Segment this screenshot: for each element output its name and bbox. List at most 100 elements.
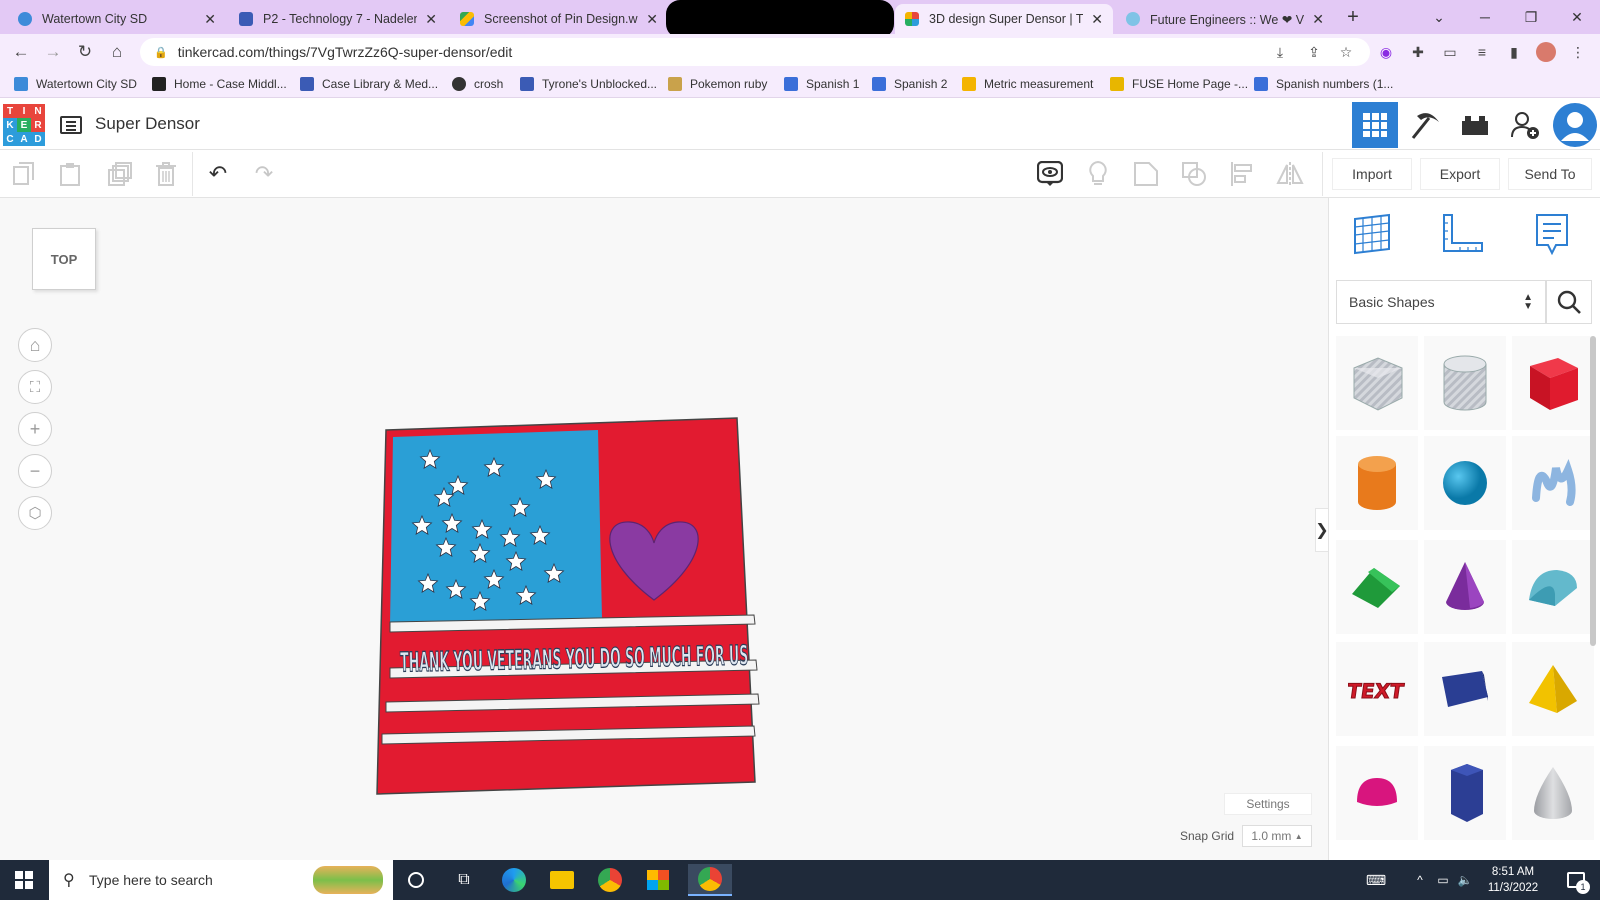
shape-box[interactable] [1512,336,1594,430]
align-icon[interactable] [1226,158,1258,190]
copy-icon[interactable] [8,158,40,190]
shape-paraboloid[interactable] [1512,746,1594,840]
codeblocks-pickaxe-button[interactable] [1402,102,1448,148]
url-bar[interactable]: 🔒 tinkercad.com/things/7VgTwrzZz6Q-super… [140,38,1370,66]
collapse-panel-chevron-icon[interactable]: ❯ [1315,508,1329,552]
file-explorer-icon[interactable] [544,864,580,896]
lightbulb-icon[interactable] [1082,158,1114,190]
side-panel-icon[interactable]: ▮ [1502,40,1526,64]
shape-wedge[interactable] [1424,642,1506,736]
redo-icon[interactable]: ↷ [248,158,280,190]
shape-roof[interactable] [1336,540,1418,634]
bookmark-item[interactable]: Home - Case Middl... [152,75,287,93]
home-view-icon[interactable]: ⌂ [18,328,52,362]
3d-view-button[interactable] [1352,102,1398,148]
bookmark-item[interactable]: FUSE Home Page -... [1110,75,1248,93]
tray-chevron-icon[interactable]: ^ [1410,864,1430,896]
zoom-out-icon[interactable]: − [18,454,52,488]
notification-icon[interactable]: 1 [1556,864,1596,896]
tab-watertown[interactable]: Watertown City SD ✕ [8,4,226,34]
ungroup-icon[interactable] [1178,158,1210,190]
user-avatar[interactable] [1552,102,1598,148]
shape-box-hole[interactable] [1336,336,1418,430]
windows-start-icon[interactable] [6,864,42,896]
profile-avatar[interactable] [1534,40,1558,64]
chrome-icon[interactable] [592,864,628,896]
close-icon[interactable]: ✕ [204,11,216,28]
paste-icon[interactable] [54,158,86,190]
task-view-icon[interactable]: ⧉ [446,864,482,896]
perspective-cube-icon[interactable]: ⬡ [18,496,52,530]
bookmark-item[interactable]: Case Library & Med... [300,75,438,93]
network-icon[interactable]: ▭ [1432,864,1454,896]
notes-icon[interactable] [1528,210,1576,258]
close-window-button[interactable]: ✕ [1554,0,1600,34]
shape-cylinder-hole[interactable] [1424,336,1506,430]
design-list-icon[interactable] [60,116,82,134]
tab-future-engineers[interactable]: Future Engineers :: We ❤ Ve ✕ [1116,4,1334,34]
fit-view-icon[interactable]: ⛶ [18,370,52,404]
flag-design[interactable]: THANK YOU VETERANS YOU DO SO MUCH FOR US [370,410,770,800]
system-clock[interactable]: 8:51 AM 11/3/2022 [1478,864,1548,896]
notes-visibility-icon[interactable] [1034,158,1066,190]
snap-grid-select[interactable]: 1.0 mm ▲ [1242,825,1312,847]
workplane-grid-icon[interactable] [1348,210,1396,258]
tab-p2-technology[interactable]: P2 - Technology 7 - Nadelen ✕ [229,4,447,34]
new-tab-button[interactable]: + [1330,0,1376,34]
minimize-button[interactable]: ─ [1462,0,1508,34]
bookmark-item[interactable]: Spanish 1 [784,75,859,93]
close-icon[interactable]: ✕ [425,11,437,28]
shape-half-sphere[interactable] [1336,746,1418,840]
share-icon[interactable]: ⇪ [1302,40,1326,64]
close-icon[interactable]: ✕ [1312,11,1324,28]
tab-redacted[interactable] [666,0,894,38]
shape-round-roof[interactable] [1512,540,1594,634]
bricks-button[interactable] [1452,102,1498,148]
home-icon[interactable]: ⌂ [104,40,130,64]
menu-kebab-icon[interactable]: ⋮ [1566,40,1590,64]
bookmark-item[interactable]: Spanish 2 [872,75,947,93]
bookmark-star-icon[interactable]: ☆ [1334,40,1358,64]
tab-screenshot[interactable]: Screenshot of Pin Design.web ✕ [450,4,668,34]
close-icon[interactable]: ✕ [646,11,658,28]
close-icon[interactable]: ✕ [1091,11,1103,28]
panel-scrollbar[interactable] [1590,336,1596,646]
delete-trash-icon[interactable] [150,158,182,190]
group-icon[interactable] [1130,158,1162,190]
shape-sphere[interactable] [1424,436,1506,530]
chrome-active-icon[interactable] [688,864,732,896]
tab-tinkercad[interactable]: 3D design Super Densor | Tin ✕ [895,4,1113,34]
bookmark-item[interactable]: Tyrone's Unblocked... [520,75,657,93]
add-collaborator-button[interactable] [1502,102,1548,148]
back-button[interactable]: ← [8,40,34,64]
search-shapes-button[interactable] [1546,280,1592,324]
tab-search-chevron-icon[interactable]: ⌄ [1416,0,1462,34]
reload-button[interactable]: ↻ [72,40,98,64]
zoom-in-icon[interactable]: + [18,412,52,446]
bookmark-item[interactable]: Watertown City SD [14,75,137,93]
bookmark-item[interactable]: Spanish numbers (1... [1254,75,1393,93]
shape-text[interactable]: TEXT [1336,642,1418,736]
send-to-button[interactable]: Send To [1508,158,1592,190]
shape-scribble[interactable] [1512,436,1594,530]
design-title[interactable]: Super Densor [95,114,200,134]
ruler-icon[interactable] [1438,210,1486,258]
tinkercad-logo[interactable]: T I N K E R C A D [3,104,45,146]
shape-pyramid[interactable] [1512,642,1594,736]
settings-button[interactable]: Settings [1224,793,1312,815]
taskbar-search-box[interactable]: ⚲ Type here to search [49,860,393,900]
bookmark-item[interactable]: crosh [452,75,503,93]
shape-category-select[interactable]: Basic Shapes ▲ ▼ [1336,280,1546,324]
export-button[interactable]: Export [1420,158,1500,190]
bookmark-item[interactable]: Pokemon ruby [668,75,767,93]
mirror-icon[interactable] [1274,158,1306,190]
shape-cylinder[interactable] [1336,436,1418,530]
install-icon[interactable]: ⤓ [1268,40,1292,64]
reading-list-icon[interactable]: ≡ [1470,40,1494,64]
undo-icon[interactable]: ↶ [202,158,234,190]
edge-icon[interactable] [496,864,532,896]
volume-icon[interactable]: 🔈 [1454,864,1476,896]
puzzle-icon[interactable]: ✚ [1406,40,1430,64]
duplicate-icon[interactable] [104,158,136,190]
cortana-icon[interactable] [398,864,434,896]
